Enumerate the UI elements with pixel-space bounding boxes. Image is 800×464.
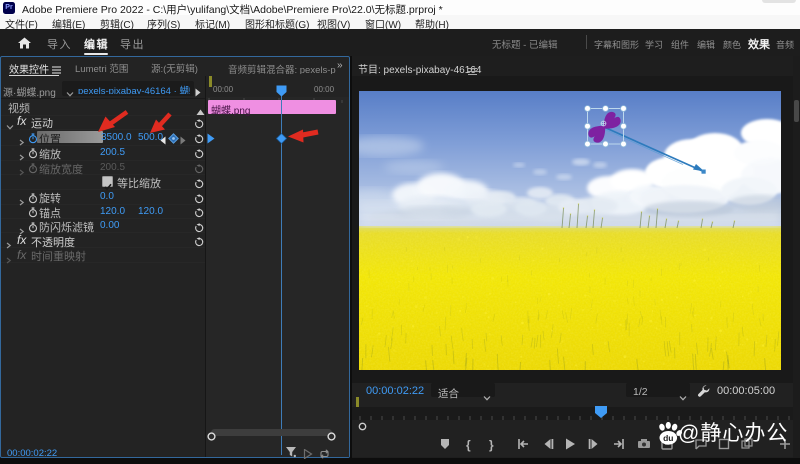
svg-text:du: du (663, 433, 673, 443)
